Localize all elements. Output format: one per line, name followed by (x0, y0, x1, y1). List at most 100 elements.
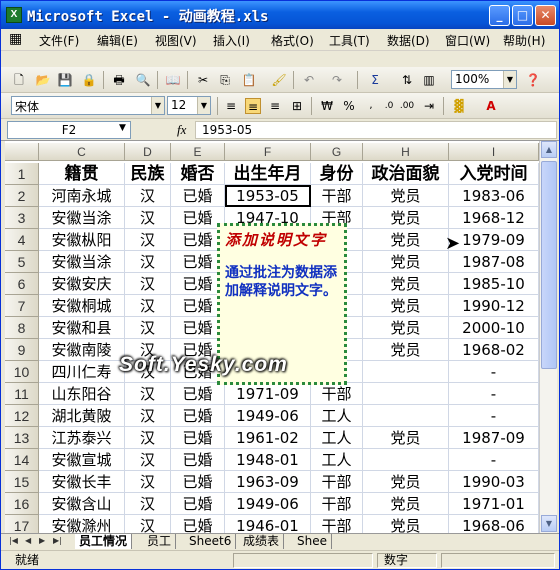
table-cell[interactable]: 党员 (363, 317, 449, 339)
table-cell[interactable]: 1946-01 (225, 515, 311, 533)
new-icon[interactable]: 🗋 (11, 72, 27, 88)
indent-icon[interactable]: ⇥ (421, 98, 437, 114)
row-header[interactable]: 14 (5, 449, 39, 471)
table-cell[interactable]: 汉 (125, 383, 171, 405)
column-title-cell[interactable]: 婚否 (171, 163, 225, 185)
column-header-e[interactable]: E (171, 143, 225, 161)
table-cell[interactable] (363, 383, 449, 405)
menu-window[interactable]: 窗口(W) (445, 32, 490, 49)
format-painter-icon[interactable]: 🖌 (271, 72, 287, 88)
excel-app-icon[interactable]: X (6, 7, 22, 23)
table-cell[interactable]: 党员 (363, 185, 449, 207)
table-cell[interactable]: 1953-05 (225, 185, 311, 207)
menu-insert[interactable]: 插入(I) (213, 32, 250, 49)
column-header-d[interactable]: D (125, 143, 171, 161)
table-cell[interactable]: 1983-06 (449, 185, 539, 207)
scroll-thumb[interactable] (541, 161, 557, 369)
table-cell[interactable]: 干部 (311, 493, 363, 515)
percent-icon[interactable]: % (341, 98, 357, 114)
save-icon[interactable]: 💾 (57, 72, 73, 88)
table-cell[interactable]: 1949-06 (225, 405, 311, 427)
row-header[interactable]: 11 (5, 383, 39, 405)
table-cell[interactable] (363, 449, 449, 471)
formula-input[interactable]: 1953-05 (195, 121, 557, 139)
fill-color-icon[interactable]: ▓ (451, 98, 467, 114)
menu-file[interactable]: 文件(F) (39, 32, 79, 49)
column-title-cell[interactable]: 民族 (125, 163, 171, 185)
column-title-cell[interactable]: 入党时间 (449, 163, 539, 185)
copy-icon[interactable]: ⎘ (217, 72, 233, 88)
chart-wizard-icon[interactable]: ▥ (421, 72, 437, 88)
table-cell[interactable]: 2000-10 (449, 317, 539, 339)
print-icon[interactable]: 🖶 (111, 72, 127, 88)
table-cell[interactable] (363, 405, 449, 427)
table-cell[interactable]: 汉 (125, 427, 171, 449)
table-cell[interactable]: - (449, 361, 539, 383)
table-cell[interactable]: 党员 (363, 229, 449, 251)
table-cell[interactable]: 工人 (311, 427, 363, 449)
open-icon[interactable]: 📂 (35, 72, 51, 88)
column-title-cell[interactable]: 籍贯 (39, 163, 125, 185)
table-cell[interactable]: 汉 (125, 229, 171, 251)
table-cell[interactable]: 安徽滁州 (39, 515, 125, 533)
last-sheet-icon[interactable]: ▶| (53, 536, 62, 545)
table-cell[interactable]: 干部 (311, 185, 363, 207)
table-cell[interactable]: 已婚 (171, 383, 225, 405)
align-center-icon[interactable]: ≡ (245, 98, 261, 114)
table-cell[interactable]: 干部 (311, 515, 363, 533)
align-left-icon[interactable]: ≡ (223, 98, 239, 114)
table-cell[interactable]: 汉 (125, 515, 171, 533)
comma-icon[interactable]: , (363, 98, 379, 114)
prev-sheet-icon[interactable]: ◀ (25, 536, 31, 545)
table-cell[interactable]: 1968-06 (449, 515, 539, 533)
row-header[interactable]: 16 (5, 493, 39, 515)
menu-format[interactable]: 格式(O) (271, 32, 314, 49)
table-cell[interactable]: 1987-08 (449, 251, 539, 273)
row-header[interactable]: 6 (5, 273, 39, 295)
table-cell[interactable]: 党员 (363, 493, 449, 515)
table-cell[interactable]: 汉 (125, 405, 171, 427)
table-cell[interactable]: 1987-09 (449, 427, 539, 449)
table-cell[interactable]: 已婚 (171, 471, 225, 493)
tab-grades[interactable]: 成绩表 (239, 534, 285, 549)
table-cell[interactable]: 工人 (311, 449, 363, 471)
table-cell[interactable]: 1968-12 (449, 207, 539, 229)
table-cell[interactable]: 党员 (363, 251, 449, 273)
table-cell[interactable]: 1971-09 (225, 383, 311, 405)
table-cell[interactable]: 江苏泰兴 (39, 427, 125, 449)
row-header[interactable]: 13 (5, 427, 39, 449)
table-cell[interactable]: 安徽桐城 (39, 295, 125, 317)
align-right-icon[interactable]: ≡ (267, 98, 283, 114)
print-preview-icon[interactable]: 🔍 (135, 72, 151, 88)
table-cell[interactable]: 1949-06 (225, 493, 311, 515)
table-cell[interactable]: 党员 (363, 339, 449, 361)
table-cell[interactable]: 安徽长丰 (39, 471, 125, 493)
first-sheet-icon[interactable]: |◀ (9, 536, 18, 545)
cut-icon[interactable]: ✂ (195, 72, 211, 88)
sort-asc-icon[interactable]: ⇅ (399, 72, 415, 88)
table-cell[interactable]: 汉 (125, 471, 171, 493)
table-cell[interactable]: 汉 (125, 207, 171, 229)
tab-shee[interactable]: Shee (293, 534, 332, 549)
column-header-i[interactable]: I (449, 143, 539, 161)
table-cell[interactable]: 四川仁寿 (39, 361, 125, 383)
font-select[interactable]: 宋体 ▼ (11, 96, 165, 115)
table-cell[interactable]: 干部 (311, 383, 363, 405)
table-cell[interactable]: 已婚 (171, 515, 225, 533)
vertical-scrollbar[interactable]: ▲ ▼ (539, 141, 557, 533)
paste-icon[interactable]: 📋 (241, 72, 257, 88)
permission-icon[interactable]: 🔒 (81, 72, 97, 88)
table-cell[interactable]: 党员 (363, 273, 449, 295)
menu-edit[interactable]: 编辑(E) (97, 32, 138, 49)
table-cell[interactable]: 1961-02 (225, 427, 311, 449)
table-cell[interactable]: 1990-12 (449, 295, 539, 317)
column-header-g[interactable]: G (311, 143, 363, 161)
tab-sheet6[interactable]: Sheet6 (185, 534, 237, 549)
table-cell[interactable]: 汉 (125, 273, 171, 295)
table-cell[interactable]: - (449, 383, 539, 405)
table-cell[interactable]: 汉 (125, 251, 171, 273)
column-header-h[interactable]: H (363, 143, 449, 161)
table-cell[interactable]: 干部 (311, 471, 363, 493)
table-cell[interactable]: 1979-09 (449, 229, 539, 251)
help-icon[interactable]: ❓ (525, 72, 541, 88)
